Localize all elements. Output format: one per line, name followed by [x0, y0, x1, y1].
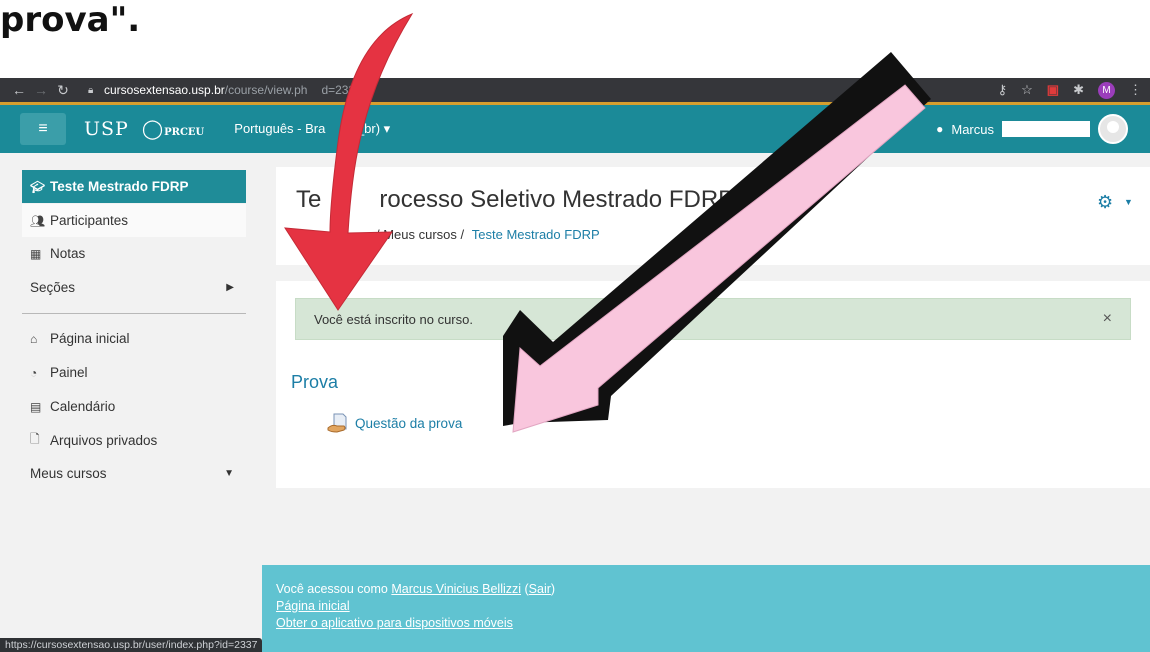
sidebar-divider: [22, 313, 246, 314]
breadcrumb-current[interactable]: Teste Mestrado FDRP: [472, 227, 600, 242]
sidebar-item-label: Notas: [50, 246, 86, 261]
enrolled-alert: Você está inscrito no curso. ×: [295, 298, 1131, 340]
sidebar-item-sections[interactable]: Seções ▶: [22, 271, 246, 304]
profile-avatar[interactable]: M: [1098, 81, 1115, 99]
back-icon[interactable]: ←: [8, 82, 30, 98]
hamburger-menu-icon[interactable]: ≡: [20, 113, 66, 145]
close-icon[interactable]: ×: [1103, 310, 1112, 328]
sidebar-item-label: Teste Mestrado FDRP: [50, 179, 189, 194]
url-path: /course/view.ph: [224, 83, 308, 97]
redacted-name-box: [1002, 121, 1090, 137]
usp-logo[interactable]: USP ◯PRCEU: [84, 118, 204, 140]
graduation-cap-icon: 🎓︎: [30, 179, 46, 194]
breadcrumb: / Meus cursos / Teste Mestrado FDRP: [296, 227, 600, 242]
logout-link[interactable]: Sair: [529, 582, 551, 596]
extension-icon[interactable]: ▣: [1047, 82, 1059, 98]
title-start: Te: [296, 186, 322, 213]
title-end: rocesso Seletivo Mestrado FDRP: [379, 186, 735, 213]
url-tail: d=2337: [321, 83, 362, 97]
key-icon[interactable]: ⚷: [998, 82, 1008, 98]
page-title: Te rocesso Seletivo Mestrado FDRP: [296, 186, 734, 214]
browser-toolbar: ← → ↻ 🔒︎ cursosextensao.usp.br/course/vi…: [0, 78, 1150, 102]
star-icon[interactable]: ☆: [1021, 82, 1033, 98]
logo-text: USP: [84, 118, 129, 140]
caret-down-icon: ▼: [224, 468, 234, 479]
user-avatar[interactable]: [1098, 114, 1128, 144]
user-name[interactable]: Marcus: [951, 122, 994, 137]
reload-icon[interactable]: ↻: [52, 82, 74, 99]
logo-sub: PRCEU: [164, 127, 205, 138]
home-icon: ⌂: [30, 331, 38, 346]
puzzle-icon[interactable]: ✱: [1073, 82, 1084, 98]
lock-icon: 🔒︎: [88, 85, 94, 96]
top-navbar: ≡ USP ◯PRCEU Português - Bra _br) ▾ ● Ma…: [0, 105, 1150, 153]
sidebar-item-participants[interactable]: 👥︎ Participantes: [22, 204, 246, 237]
sidebar-item-label: Painel: [50, 365, 88, 380]
sidebar-item-label: Seções: [30, 280, 76, 295]
instruction-caption: prova".: [0, 0, 141, 40]
logged-prefix: Você acessou como: [276, 582, 388, 596]
table-icon: ▦: [30, 246, 42, 261]
address-bar[interactable]: cursosextensao.usp.br/course/view.ph d=23…: [104, 83, 362, 97]
sidebar-item-label: Página inicial: [50, 331, 130, 346]
section-title[interactable]: Prova: [291, 372, 338, 393]
url-host: cursosextensao.usp.br: [104, 83, 225, 97]
sidebar-item-label: Calendário: [50, 399, 116, 414]
chevron-down-icon[interactable]: ▼: [1124, 197, 1133, 207]
sidebar-item-label: Meus cursos: [30, 466, 107, 481]
users-icon: 👥︎: [30, 213, 46, 228]
language-label: Português - Bra: [234, 121, 326, 136]
alert-text: Você está inscrito no curso.: [314, 311, 473, 327]
sidebar-item-label: Arquivos privados: [50, 433, 158, 448]
forward-icon[interactable]: →: [30, 82, 52, 98]
menu-dots-icon[interactable]: ⋮: [1129, 82, 1142, 98]
sidebar-item-private-files[interactable]: 🗋 Arquivos privados: [22, 424, 246, 457]
activity-link[interactable]: Questão da prova: [327, 412, 462, 434]
footer-home-link[interactable]: Página inicial: [276, 599, 350, 613]
breadcrumb-my-courses[interactable]: / Meus cursos /: [376, 227, 464, 242]
logged-in-line: Você acessou como Marcus Vinicius Belliz…: [276, 582, 556, 596]
dashboard-icon: ◔: [30, 365, 38, 380]
sidebar-item-grades[interactable]: ▦ Notas: [22, 237, 246, 270]
language-menu[interactable]: Português - Bra _br) ▾: [234, 121, 390, 137]
gear-icon[interactable]: ⚙: [1097, 192, 1113, 213]
calendar-icon: ▤: [30, 399, 42, 414]
sidebar-item-dashboard[interactable]: ◔ Painel: [22, 356, 246, 389]
sidebar-item-calendar[interactable]: ▤ Calendário: [22, 390, 246, 423]
sidebar-item-label: Participantes: [50, 213, 129, 228]
resource-icon: [327, 413, 347, 433]
mobile-app-link[interactable]: Obter o aplicativo para dispositivos móv…: [276, 616, 513, 630]
page-footer: Você acessou como Marcus Vinicius Belliz…: [262, 565, 1150, 652]
sidebar-item-home[interactable]: ⌂ Página inicial: [22, 322, 246, 355]
language-tail: _br) ▾: [356, 121, 391, 136]
status-url: https://cursosextensao.usp.br/user/index…: [0, 638, 263, 652]
sidebar-item-course[interactable]: 🎓︎ Teste Mestrado FDRP: [22, 170, 246, 203]
user-profile-link[interactable]: Marcus Vinicius Bellizzi: [391, 582, 521, 596]
activity-label: Questão da prova: [355, 415, 463, 431]
page-header: [276, 167, 1150, 265]
sidebar-item-my-courses[interactable]: Meus cursos ▼: [22, 457, 246, 490]
file-icon: 🗋: [30, 432, 40, 446]
caret-right-icon: ▶: [226, 282, 234, 293]
messages-icon[interactable]: ●: [936, 122, 943, 136]
